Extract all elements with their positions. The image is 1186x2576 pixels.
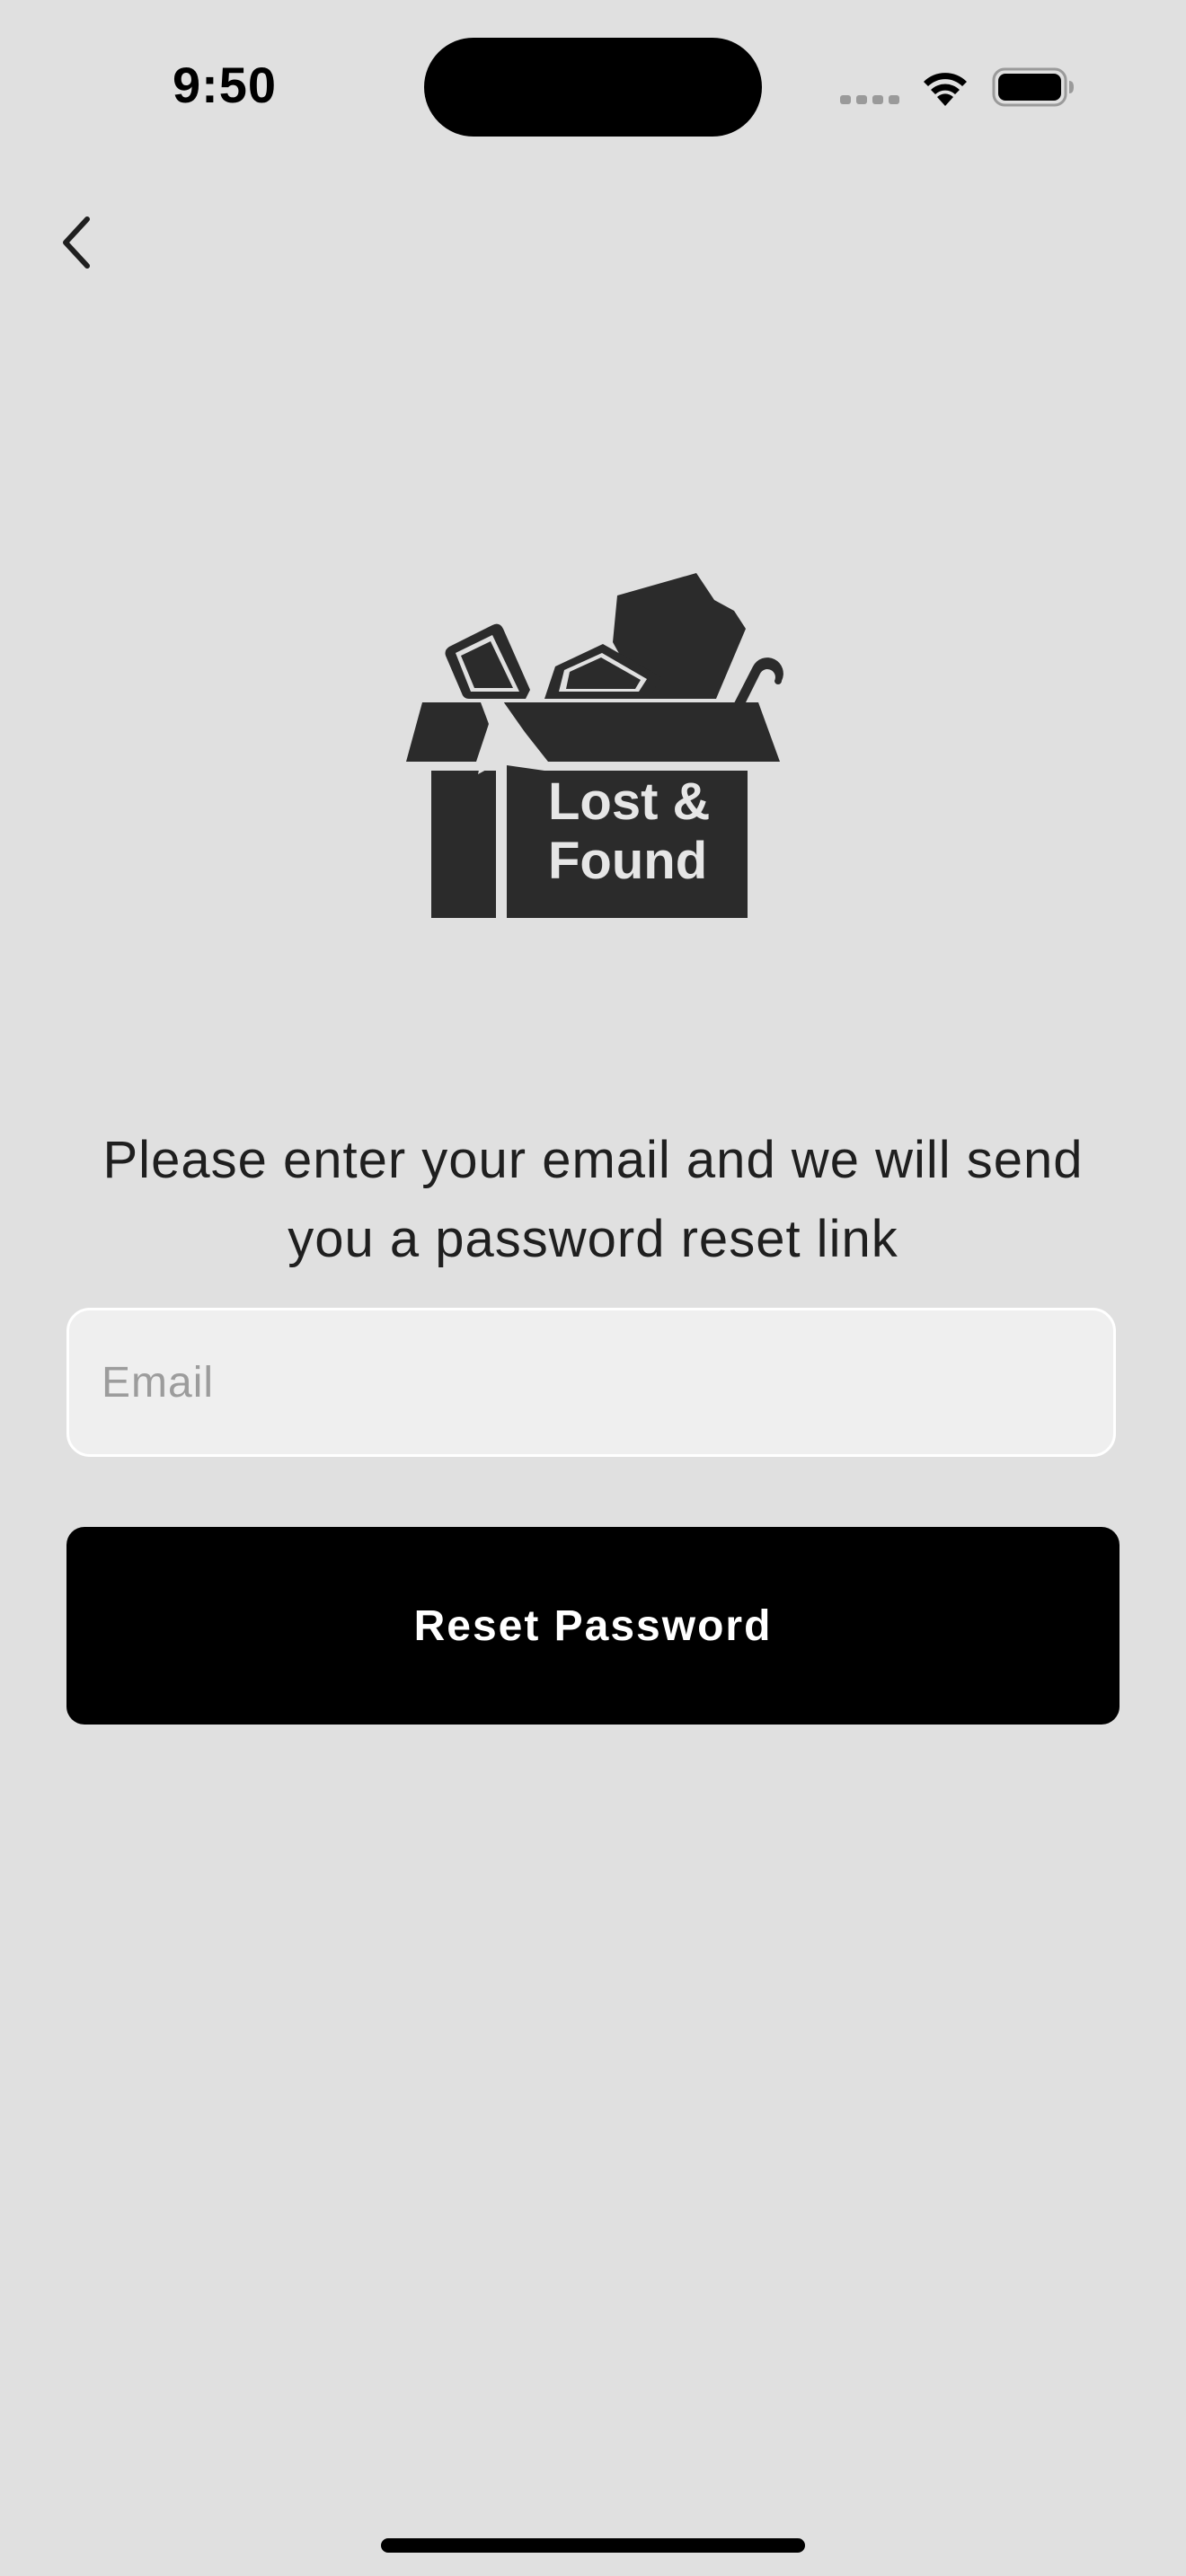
dynamic-island — [424, 38, 762, 137]
status-time: 9:50 — [172, 57, 278, 113]
home-indicator[interactable] — [381, 2538, 805, 2553]
chevron-left-icon — [63, 216, 90, 269]
cellular-signal-icon — [840, 95, 899, 104]
logo-text-line1: Lost & — [548, 772, 710, 831]
reset-instructions: Please enter your email and we will send… — [102, 1131, 1084, 1268]
reset-password-button[interactable]: Reset Password — [66, 1527, 1120, 1725]
battery-icon — [992, 67, 1074, 107]
wifi-icon — [924, 73, 967, 106]
status-bar: 9:50 — [0, 0, 1186, 171]
logo-text-line2: Found — [548, 832, 707, 890]
back-button[interactable] — [45, 205, 108, 280]
email-input[interactable] — [66, 1308, 1116, 1457]
lost-and-found-logo: Lost & Found — [406, 573, 783, 918]
